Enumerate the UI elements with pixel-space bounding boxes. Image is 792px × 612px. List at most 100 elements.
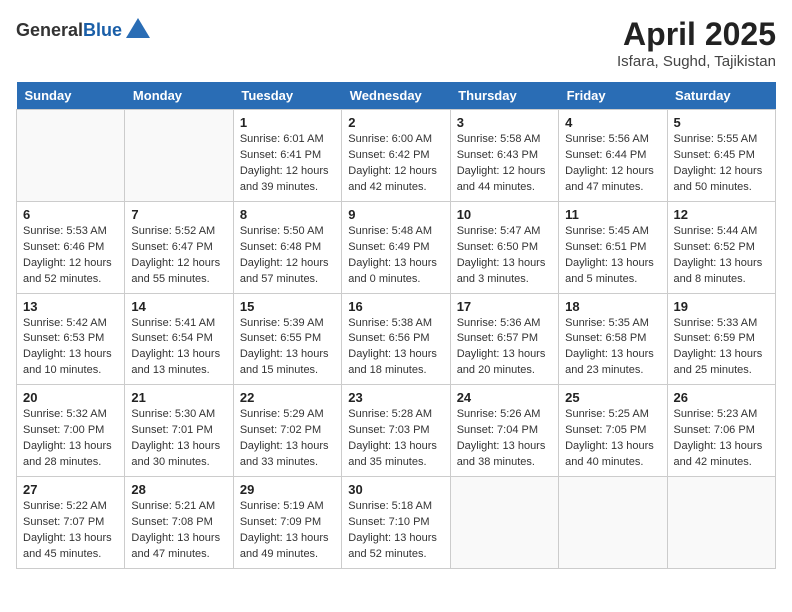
day-info: Sunrise: 5:28 AM Sunset: 7:03 PM Dayligh… bbox=[348, 407, 443, 471]
day-number: 27 bbox=[23, 482, 118, 497]
day-cell: 24 Sunrise: 5:26 AM Sunset: 7:04 PM Dayli… bbox=[450, 385, 558, 477]
day-number: 4 bbox=[565, 115, 660, 130]
location: Isfara, Sughd, Tajikistan bbox=[617, 53, 776, 70]
day-info: Sunrise: 5:50 AM Sunset: 6:48 PM Dayligh… bbox=[240, 224, 335, 288]
col-header-sunday: Sunday bbox=[17, 82, 125, 110]
day-info: Sunrise: 5:38 AM Sunset: 6:56 PM Dayligh… bbox=[348, 316, 443, 380]
day-number: 25 bbox=[565, 390, 660, 405]
month-title: April 2025 bbox=[617, 16, 776, 53]
day-number: 1 bbox=[240, 115, 335, 130]
day-cell bbox=[559, 477, 667, 569]
day-number: 29 bbox=[240, 482, 335, 497]
day-number: 24 bbox=[457, 390, 552, 405]
day-cell: 28 Sunrise: 5:21 AM Sunset: 7:08 PM Dayli… bbox=[125, 477, 233, 569]
day-number: 21 bbox=[131, 390, 226, 405]
day-info: Sunrise: 5:18 AM Sunset: 7:10 PM Dayligh… bbox=[348, 499, 443, 563]
col-header-tuesday: Tuesday bbox=[233, 82, 341, 110]
day-info: Sunrise: 5:56 AM Sunset: 6:44 PM Dayligh… bbox=[565, 132, 660, 196]
day-info: Sunrise: 6:01 AM Sunset: 6:41 PM Dayligh… bbox=[240, 132, 335, 196]
week-row-2: 6 Sunrise: 5:53 AM Sunset: 6:46 PM Daylig… bbox=[17, 201, 776, 293]
day-info: Sunrise: 5:21 AM Sunset: 7:08 PM Dayligh… bbox=[131, 499, 226, 563]
week-row-4: 20 Sunrise: 5:32 AM Sunset: 7:00 PM Dayli… bbox=[17, 385, 776, 477]
day-cell bbox=[667, 477, 775, 569]
col-header-wednesday: Wednesday bbox=[342, 82, 450, 110]
day-info: Sunrise: 5:22 AM Sunset: 7:07 PM Dayligh… bbox=[23, 499, 118, 563]
day-cell: 23 Sunrise: 5:28 AM Sunset: 7:03 PM Dayli… bbox=[342, 385, 450, 477]
day-info: Sunrise: 5:58 AM Sunset: 6:43 PM Dayligh… bbox=[457, 132, 552, 196]
day-number: 11 bbox=[565, 207, 660, 222]
day-info: Sunrise: 5:39 AM Sunset: 6:55 PM Dayligh… bbox=[240, 316, 335, 380]
day-cell: 2 Sunrise: 6:00 AM Sunset: 6:42 PM Daylig… bbox=[342, 110, 450, 202]
day-number: 16 bbox=[348, 299, 443, 314]
col-header-monday: Monday bbox=[125, 82, 233, 110]
day-number: 3 bbox=[457, 115, 552, 130]
day-cell: 18Sunrise: 5:35 AM Sunset: 6:58 PM Dayli… bbox=[559, 293, 667, 385]
day-info: Sunrise: 5:26 AM Sunset: 7:04 PM Dayligh… bbox=[457, 407, 552, 471]
logo: GeneralBlue bbox=[16, 16, 152, 44]
day-info: Sunrise: 5:44 AM Sunset: 6:52 PM Dayligh… bbox=[674, 224, 769, 288]
day-info: Sunrise: 5:36 AM Sunset: 6:57 PM Dayligh… bbox=[457, 316, 552, 380]
logo-general: General bbox=[16, 20, 83, 40]
day-cell: 27 Sunrise: 5:22 AM Sunset: 7:07 PM Dayli… bbox=[17, 477, 125, 569]
day-info: Sunrise: 5:47 AM Sunset: 6:50 PM Dayligh… bbox=[457, 224, 552, 288]
day-number: 26 bbox=[674, 390, 769, 405]
day-info: Sunrise: 5:30 AM Sunset: 7:01 PM Dayligh… bbox=[131, 407, 226, 471]
day-number: 23 bbox=[348, 390, 443, 405]
day-cell: 5Sunrise: 5:55 AM Sunset: 6:45 PM Daylig… bbox=[667, 110, 775, 202]
day-cell: 29 Sunrise: 5:19 AM Sunset: 7:09 PM Dayli… bbox=[233, 477, 341, 569]
day-number: 22 bbox=[240, 390, 335, 405]
week-row-3: 13Sunrise: 5:42 AM Sunset: 6:53 PM Dayli… bbox=[17, 293, 776, 385]
day-cell: 14Sunrise: 5:41 AM Sunset: 6:54 PM Dayli… bbox=[125, 293, 233, 385]
day-cell: 9Sunrise: 5:48 AM Sunset: 6:49 PM Daylig… bbox=[342, 201, 450, 293]
day-cell: 11Sunrise: 5:45 AM Sunset: 6:51 PM Dayli… bbox=[559, 201, 667, 293]
day-cell: 25 Sunrise: 5:25 AM Sunset: 7:05 PM Dayli… bbox=[559, 385, 667, 477]
day-number: 10 bbox=[457, 207, 552, 222]
day-info: Sunrise: 5:35 AM Sunset: 6:58 PM Dayligh… bbox=[565, 316, 660, 380]
col-header-friday: Friday bbox=[559, 82, 667, 110]
day-info: Sunrise: 5:33 AM Sunset: 6:59 PM Dayligh… bbox=[674, 316, 769, 380]
page-header: GeneralBlue April 2025 Isfara, Sughd, Ta… bbox=[16, 16, 776, 70]
day-cell: 3 Sunrise: 5:58 AM Sunset: 6:43 PM Daylig… bbox=[450, 110, 558, 202]
day-cell: 22Sunrise: 5:29 AM Sunset: 7:02 PM Dayli… bbox=[233, 385, 341, 477]
day-info: Sunrise: 5:25 AM Sunset: 7:05 PM Dayligh… bbox=[565, 407, 660, 471]
day-info: Sunrise: 5:23 AM Sunset: 7:06 PM Dayligh… bbox=[674, 407, 769, 471]
day-number: 19 bbox=[674, 299, 769, 314]
day-number: 14 bbox=[131, 299, 226, 314]
day-number: 2 bbox=[348, 115, 443, 130]
day-cell: 17Sunrise: 5:36 AM Sunset: 6:57 PM Dayli… bbox=[450, 293, 558, 385]
day-cell bbox=[17, 110, 125, 202]
day-info: Sunrise: 6:00 AM Sunset: 6:42 PM Dayligh… bbox=[348, 132, 443, 196]
title-block: April 2025 Isfara, Sughd, Tajikistan bbox=[617, 16, 776, 70]
day-cell: 7 Sunrise: 5:52 AM Sunset: 6:47 PM Daylig… bbox=[125, 201, 233, 293]
day-info: Sunrise: 5:32 AM Sunset: 7:00 PM Dayligh… bbox=[23, 407, 118, 471]
day-info: Sunrise: 5:53 AM Sunset: 6:46 PM Dayligh… bbox=[23, 224, 118, 288]
day-number: 7 bbox=[131, 207, 226, 222]
day-cell: 16 Sunrise: 5:38 AM Sunset: 6:56 PM Dayli… bbox=[342, 293, 450, 385]
logo-icon bbox=[124, 16, 152, 44]
day-cell: 12 Sunrise: 5:44 AM Sunset: 6:52 PM Dayli… bbox=[667, 201, 775, 293]
calendar-table: SundayMondayTuesdayWednesdayThursdayFrid… bbox=[16, 82, 776, 569]
day-number: 9 bbox=[348, 207, 443, 222]
day-cell: 6 Sunrise: 5:53 AM Sunset: 6:46 PM Daylig… bbox=[17, 201, 125, 293]
day-number: 12 bbox=[674, 207, 769, 222]
day-cell: 26 Sunrise: 5:23 AM Sunset: 7:06 PM Dayli… bbox=[667, 385, 775, 477]
day-cell: 20 Sunrise: 5:32 AM Sunset: 7:00 PM Dayli… bbox=[17, 385, 125, 477]
col-header-saturday: Saturday bbox=[667, 82, 775, 110]
day-number: 28 bbox=[131, 482, 226, 497]
day-number: 20 bbox=[23, 390, 118, 405]
day-cell: 4 Sunrise: 5:56 AM Sunset: 6:44 PM Daylig… bbox=[559, 110, 667, 202]
day-cell: 10 Sunrise: 5:47 AM Sunset: 6:50 PM Dayli… bbox=[450, 201, 558, 293]
day-cell: 21 Sunrise: 5:30 AM Sunset: 7:01 PM Dayli… bbox=[125, 385, 233, 477]
day-cell: 8Sunrise: 5:50 AM Sunset: 6:48 PM Daylig… bbox=[233, 201, 341, 293]
day-info: Sunrise: 5:52 AM Sunset: 6:47 PM Dayligh… bbox=[131, 224, 226, 288]
day-number: 15 bbox=[240, 299, 335, 314]
logo-blue: Blue bbox=[83, 20, 122, 40]
day-cell: 1 Sunrise: 6:01 AM Sunset: 6:41 PM Daylig… bbox=[233, 110, 341, 202]
day-cell bbox=[450, 477, 558, 569]
day-number: 13 bbox=[23, 299, 118, 314]
week-row-5: 27 Sunrise: 5:22 AM Sunset: 7:07 PM Dayli… bbox=[17, 477, 776, 569]
col-header-thursday: Thursday bbox=[450, 82, 558, 110]
day-cell: 13Sunrise: 5:42 AM Sunset: 6:53 PM Dayli… bbox=[17, 293, 125, 385]
day-info: Sunrise: 5:19 AM Sunset: 7:09 PM Dayligh… bbox=[240, 499, 335, 563]
day-number: 6 bbox=[23, 207, 118, 222]
